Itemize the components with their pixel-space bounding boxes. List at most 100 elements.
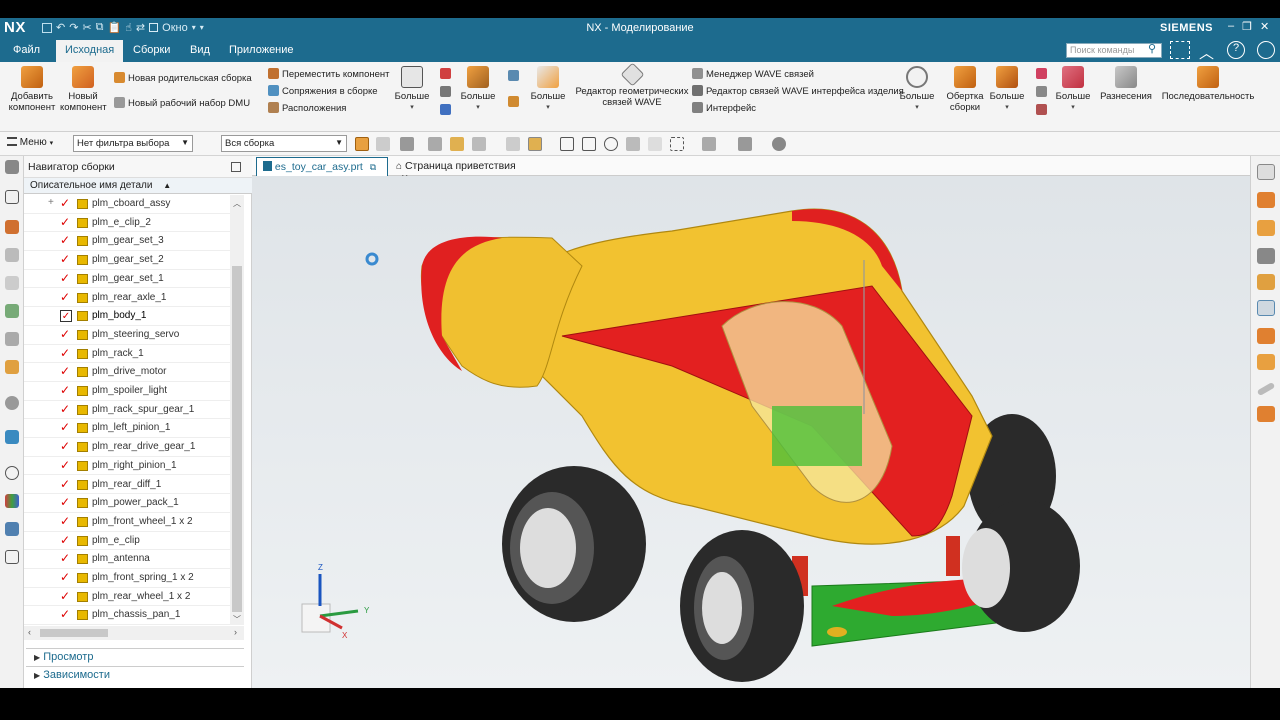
snap-to-icon[interactable] — [1257, 328, 1275, 344]
section-view-icon[interactable] — [1257, 300, 1275, 316]
tree-row[interactable]: ✓ plm_rack_1 — [24, 345, 230, 364]
rear-left-wheel[interactable] — [502, 466, 646, 622]
add-component-button[interactable]: Добавить компонент — [6, 66, 58, 113]
collapse-ribbon-icon[interactable]: ︿ — [1199, 42, 1214, 63]
visibility-checkbox[interactable]: ✓ — [60, 534, 72, 547]
shaded-icon[interactable] — [506, 137, 520, 151]
tree-row[interactable]: ✓ plm_steering_servo — [24, 326, 230, 345]
filter-icon[interactable] — [400, 137, 414, 151]
more-button-4[interactable]: Больше ▾ — [898, 66, 936, 113]
more-button-5[interactable]: Больше ▾ — [988, 66, 1026, 113]
visibility-checkbox[interactable]: ✓ — [60, 216, 72, 229]
tree-row[interactable]: ✓ plm_antenna — [24, 550, 230, 569]
replace-button[interactable] — [440, 86, 454, 98]
visibility-checkbox[interactable]: ✓ — [60, 440, 72, 453]
tree-row[interactable]: ✓ plm_rear_diff_1 — [24, 476, 230, 495]
select-component-icon[interactable] — [355, 137, 369, 151]
tab-view[interactable]: Вид — [190, 44, 210, 56]
front-left-wheel[interactable] — [680, 530, 804, 682]
more-button-3[interactable]: Больше ▾ — [530, 66, 566, 113]
assembly-load-icon[interactable] — [1257, 354, 1275, 370]
measure-icon[interactable] — [1257, 248, 1275, 264]
tree-row[interactable]: ✓ plm_e_clip_2 — [24, 214, 230, 233]
visibility-checkbox[interactable]: ✓ — [60, 384, 72, 397]
circuit-board[interactable] — [772, 406, 862, 466]
wave-geometry-editor-button[interactable]: Редактор геометрических связей WAVE — [574, 62, 690, 108]
section-dependencies[interactable]: ▶ Зависимости — [26, 666, 244, 683]
new-parent-assembly-button[interactable]: Новая родительская сборка — [114, 72, 252, 84]
interface-button[interactable]: Интерфейс — [692, 102, 756, 114]
check-button[interactable] — [440, 104, 454, 116]
pop-out-icon[interactable]: ⧉ — [370, 162, 376, 172]
render-style-icon[interactable] — [626, 137, 640, 151]
assembly-wrap-button[interactable]: Обертка сборки — [942, 66, 988, 113]
more-button-6[interactable]: Больше ▾ — [1054, 66, 1092, 113]
scroll-up-icon[interactable]: ︿ — [233, 198, 241, 209]
horizontal-scroll-thumb[interactable] — [40, 629, 108, 637]
wave-link-manager-button[interactable]: Менеджер WAVE связей — [692, 68, 814, 80]
edge-style-icon[interactable] — [648, 137, 662, 151]
settings-icon[interactable] — [1257, 41, 1275, 59]
tree-row[interactable]: + ✓ plm_cboard_assy — [24, 195, 230, 214]
selection-scope-dropdown[interactable]: Вся сборка ▼ — [221, 135, 347, 152]
visibility-checkbox[interactable]: ✓ — [60, 552, 72, 565]
front-spring-right[interactable] — [946, 536, 960, 576]
visibility-checkbox[interactable]: ✓ — [60, 310, 72, 323]
fit-icon[interactable] — [582, 137, 596, 151]
select-body-icon[interactable] — [450, 137, 464, 151]
mirror-button[interactable] — [440, 68, 454, 80]
wcs-icon[interactable] — [1257, 164, 1275, 180]
visibility-checkbox[interactable]: ✓ — [60, 608, 72, 621]
tab-home[interactable]: Исходная — [56, 40, 124, 62]
component-select-icon[interactable] — [1257, 192, 1275, 208]
view-triad[interactable]: Z Y X — [301, 563, 370, 640]
exploded-views-button[interactable]: Разнесения — [1098, 66, 1154, 102]
tab-file[interactable]: Файл — [13, 44, 40, 56]
tree-row[interactable]: ✓ plm_body_1 — [24, 307, 230, 326]
layer-icon[interactable] — [738, 137, 752, 151]
move-object-icon[interactable] — [1257, 220, 1275, 236]
tree-row[interactable]: ✓ plm_spoiler_light — [24, 382, 230, 401]
snap-icon[interactable] — [376, 137, 390, 151]
tools-icon[interactable] — [5, 550, 19, 564]
clearance-button[interactable] — [508, 70, 522, 82]
search-icon[interactable]: ⚲ — [1148, 42, 1156, 55]
arrangements-button[interactable]: Расположения — [268, 102, 346, 114]
hd3d-icon[interactable] — [5, 332, 19, 346]
tree-row[interactable]: ✓ plm_gear_set_3 — [24, 232, 230, 252]
column-header[interactable]: Описательное имя детали ▲ — [24, 178, 252, 194]
replace-component-icon[interactable] — [1257, 406, 1275, 422]
select-face-icon[interactable] — [472, 137, 486, 151]
part-navigator-icon[interactable] — [5, 190, 19, 204]
restore-button[interactable]: ❐ — [1242, 20, 1252, 33]
tree-row[interactable]: ✓ plm_rear_axle_1 — [24, 289, 230, 308]
tree-row[interactable]: ✓ plm_front_wheel_1 x 2 — [24, 513, 230, 532]
constraint-navigator-icon[interactable] — [5, 248, 19, 262]
tree-row[interactable]: ✓ plm_drive_motor — [24, 363, 230, 382]
visibility-checkbox[interactable]: ✓ — [60, 478, 72, 491]
close-button[interactable]: ✕ — [1260, 20, 1269, 33]
wave-interface-editor-button[interactable]: Редактор связей WAVE интерфейса изделия — [692, 85, 904, 97]
body-icon[interactable] — [1257, 274, 1275, 290]
expand-icon[interactable]: + — [48, 197, 54, 208]
more-button-1[interactable]: Больше ▾ — [394, 66, 430, 113]
process-studio-icon[interactable] — [5, 430, 19, 444]
sequence-button[interactable]: Последовательность — [1160, 66, 1256, 102]
part-icon[interactable] — [5, 276, 19, 290]
tree-row[interactable]: ✓ plm_power_pack_1 — [24, 494, 230, 513]
scroll-left-icon[interactable]: ‹ — [28, 627, 31, 637]
visibility-checkbox[interactable]: ✓ — [60, 496, 72, 509]
wireframe-icon[interactable] — [528, 137, 542, 151]
help-icon[interactable]: ? — [1227, 41, 1245, 59]
tree-row[interactable]: ✓ plm_chassis_pan_1 — [24, 606, 230, 626]
scroll-down-icon[interactable]: ﹀ — [233, 614, 241, 625]
visibility-checkbox[interactable]: ✓ — [60, 571, 72, 584]
tab-toy-car-part[interactable]: es_toy_car_asy.prt ⧉ ✕ — [256, 157, 388, 184]
more-button-2[interactable]: Больше ▾ — [460, 66, 496, 113]
visibility-checkbox[interactable]: ✓ — [60, 403, 72, 416]
assembly-navigator-icon[interactable] — [5, 220, 19, 234]
section-preview[interactable]: ▶ Просмотр — [26, 648, 244, 665]
zoom-icon[interactable] — [560, 137, 574, 151]
roles-icon[interactable] — [5, 494, 19, 508]
tree-row[interactable]: ✓ plm_left_pinion_1 — [24, 419, 230, 439]
